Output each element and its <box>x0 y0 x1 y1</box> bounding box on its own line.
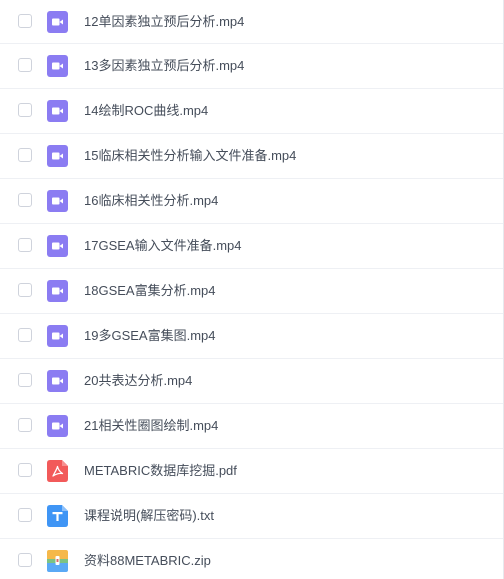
select-checkbox[interactable] <box>18 238 32 252</box>
select-checkbox[interactable] <box>18 103 32 117</box>
file-list: 12单因素独立预后分析.mp4 13多因素独立预后分析.mp4 14绘制ROC曲… <box>0 0 504 579</box>
select-checkbox[interactable] <box>18 148 32 162</box>
file-name[interactable]: 18GSEA富集分析.mp4 <box>84 269 216 313</box>
select-checkbox[interactable] <box>18 418 32 432</box>
pdf-file-icon <box>47 460 68 482</box>
file-name[interactable]: 12单因素独立预后分析.mp4 <box>84 0 244 44</box>
file-row[interactable]: 12单因素独立预后分析.mp4 <box>0 0 503 44</box>
file-name[interactable]: 资料88METABRIC.zip <box>84 539 211 579</box>
file-row[interactable]: 课程说明(解压密码).txt <box>0 494 503 539</box>
video-file-icon <box>47 145 68 167</box>
file-row[interactable]: 19多GSEA富集图.mp4 <box>0 314 503 359</box>
file-name[interactable]: 21相关性圈图绘制.mp4 <box>84 404 218 448</box>
text-file-icon <box>47 505 68 527</box>
video-file-icon <box>47 325 68 347</box>
select-checkbox[interactable] <box>18 373 32 387</box>
select-checkbox[interactable] <box>18 463 32 477</box>
file-name[interactable]: 课程说明(解压密码).txt <box>84 494 214 538</box>
select-checkbox[interactable] <box>18 508 32 522</box>
file-name[interactable]: 15临床相关性分析输入文件准备.mp4 <box>84 134 296 178</box>
file-name[interactable]: 16临床相关性分析.mp4 <box>84 179 218 223</box>
file-name[interactable]: 14绘制ROC曲线.mp4 <box>84 89 208 133</box>
video-file-icon <box>47 190 68 212</box>
file-row[interactable]: METABRIC数据库挖掘.pdf <box>0 449 503 494</box>
video-file-icon <box>47 55 68 77</box>
video-file-icon <box>47 415 68 437</box>
select-checkbox[interactable] <box>18 553 32 567</box>
video-file-icon <box>47 11 68 33</box>
file-row[interactable]: 17GSEA输入文件准备.mp4 <box>0 224 503 269</box>
zip-file-icon <box>47 550 68 572</box>
file-row[interactable]: 18GSEA富集分析.mp4 <box>0 269 503 314</box>
file-row[interactable]: 21相关性圈图绘制.mp4 <box>0 404 503 449</box>
video-file-icon <box>47 370 68 392</box>
select-checkbox[interactable] <box>18 193 32 207</box>
file-row[interactable]: 13多因素独立预后分析.mp4 <box>0 44 503 89</box>
file-name[interactable]: 13多因素独立预后分析.mp4 <box>84 44 244 88</box>
file-row[interactable]: 资料88METABRIC.zip <box>0 539 503 579</box>
video-file-icon <box>47 100 68 122</box>
file-row[interactable]: 16临床相关性分析.mp4 <box>0 179 503 224</box>
file-name[interactable]: 20共表达分析.mp4 <box>84 359 192 403</box>
video-file-icon <box>47 235 68 257</box>
video-file-icon <box>47 280 68 302</box>
select-checkbox[interactable] <box>18 58 32 72</box>
file-name[interactable]: METABRIC数据库挖掘.pdf <box>84 449 237 493</box>
select-checkbox[interactable] <box>18 283 32 297</box>
file-name[interactable]: 17GSEA输入文件准备.mp4 <box>84 224 242 268</box>
file-row[interactable]: 20共表达分析.mp4 <box>0 359 503 404</box>
select-checkbox[interactable] <box>18 328 32 342</box>
file-row[interactable]: 15临床相关性分析输入文件准备.mp4 <box>0 134 503 179</box>
file-name[interactable]: 19多GSEA富集图.mp4 <box>84 314 216 358</box>
select-checkbox[interactable] <box>18 14 32 28</box>
file-row[interactable]: 14绘制ROC曲线.mp4 <box>0 89 503 134</box>
